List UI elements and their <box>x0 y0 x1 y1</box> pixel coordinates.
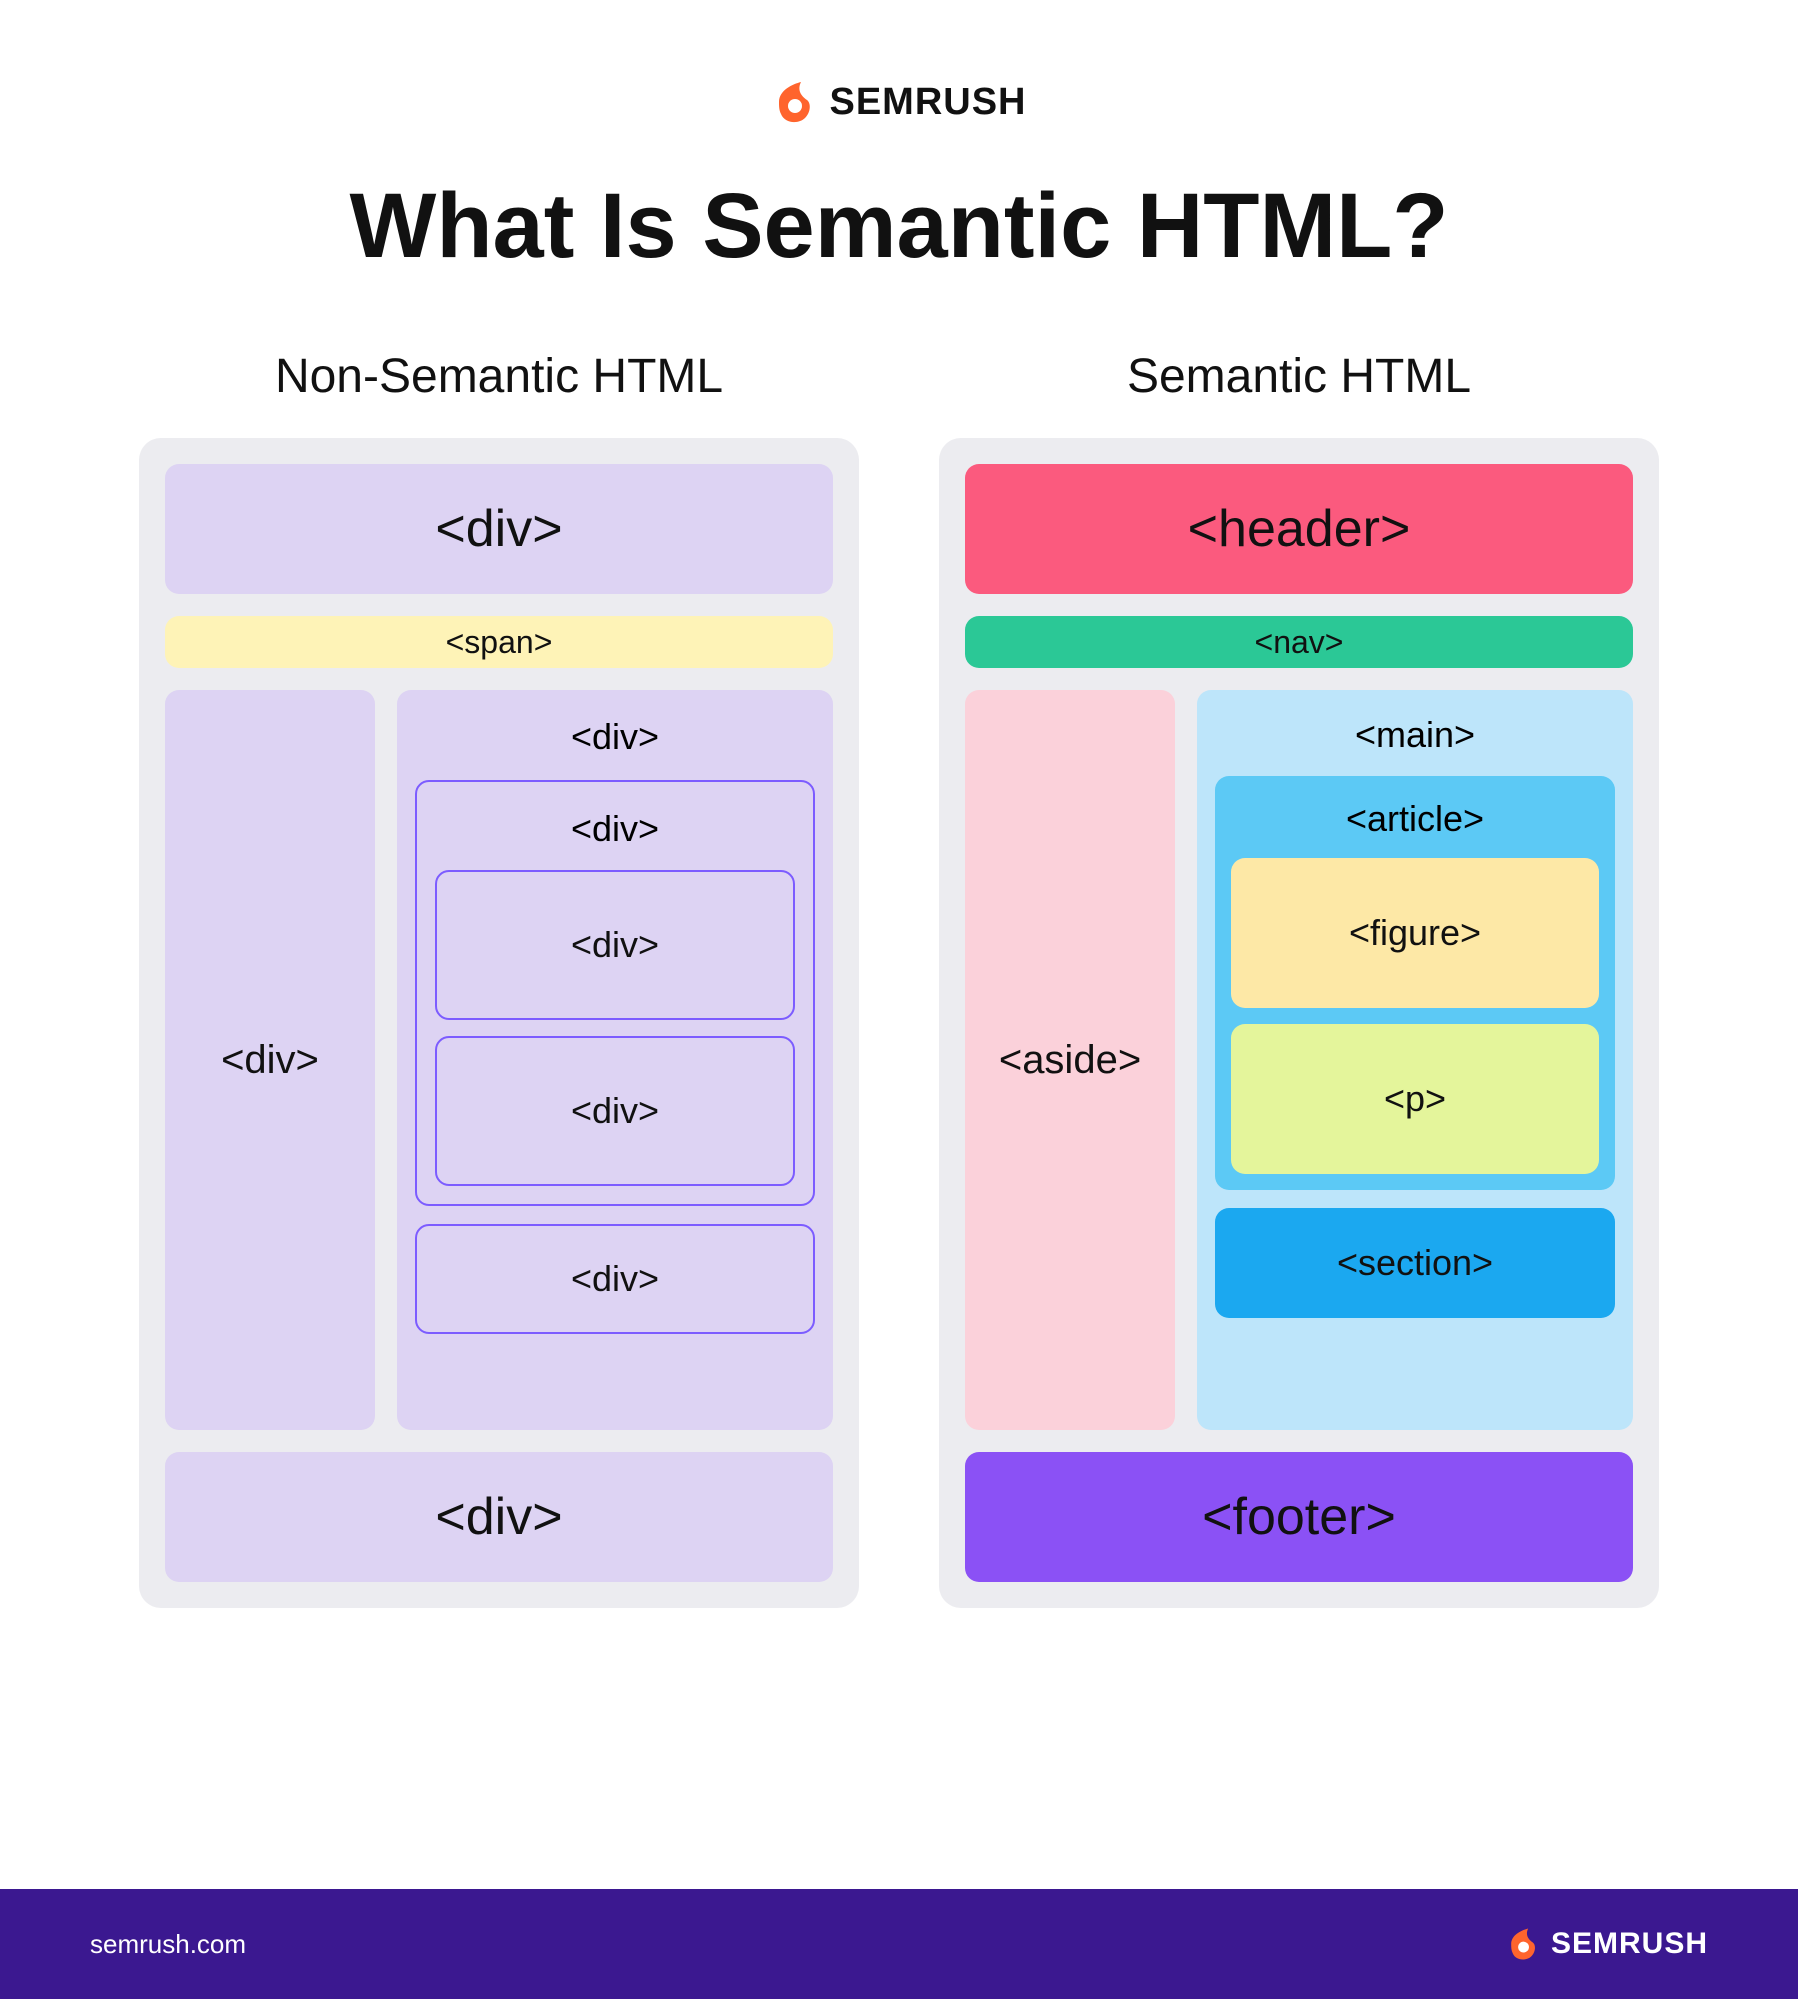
panel-semantic: <header> <nav> <aside> <main> <article> … <box>939 438 1659 1608</box>
column-non-semantic: Non-Semantic HTML <div> <span> <div> <di… <box>139 349 859 1608</box>
ns-section-block: <div> <box>415 1224 815 1334</box>
sem-nav-block: <nav> <box>965 616 1633 668</box>
footer-url: semrush.com <box>90 1929 246 1960</box>
sem-main-label: <main> <box>1215 708 1615 758</box>
ns-footer-block: <div> <box>165 1452 833 1582</box>
ns-article-block: <div> <div> <div> <box>415 780 815 1206</box>
ns-article-label: <div> <box>435 800 795 854</box>
flame-icon <box>1505 1927 1539 1961</box>
panel-non-semantic: <div> <span> <div> <div> <div> <div> <di… <box>139 438 859 1608</box>
column-semantic: Semantic HTML <header> <nav> <aside> <ma… <box>939 349 1659 1608</box>
flame-icon <box>771 80 815 124</box>
infographic-page: SEMRUSH What Is Semantic HTML? Non-Seman… <box>0 0 1798 1889</box>
column-title-right: Semantic HTML <box>1127 349 1471 404</box>
sem-article-block: <article> <figure> <p> <box>1215 776 1615 1190</box>
sem-aside-block: <aside> <box>965 690 1175 1430</box>
ns-p-block: <div> <box>435 1036 795 1186</box>
ns-main-block: <div> <div> <div> <div> <div> <box>397 690 833 1430</box>
sem-article-label: <article> <box>1231 792 1599 842</box>
sem-figure-block: <figure> <box>1231 858 1599 1008</box>
ns-main-label: <div> <box>415 708 815 762</box>
footer-wordmark: SEMRUSH <box>1551 1927 1708 1961</box>
footer-brand: SEMRUSH <box>1505 1927 1708 1961</box>
sem-footer-block: <footer> <box>965 1452 1633 1582</box>
sem-p-block: <p> <box>1231 1024 1599 1174</box>
page-title: What Is Semantic HTML? <box>350 174 1449 279</box>
ns-nav-block: <span> <box>165 616 833 668</box>
comparison-columns: Non-Semantic HTML <div> <span> <div> <di… <box>90 349 1708 1608</box>
sem-header-block: <header> <box>965 464 1633 594</box>
ns-header-block: <div> <box>165 464 833 594</box>
brand-logo-top: SEMRUSH <box>771 80 1026 124</box>
footer-bar: semrush.com SEMRUSH <box>0 1889 1798 1999</box>
sem-main-block: <main> <article> <figure> <p> <section> <box>1197 690 1633 1430</box>
brand-wordmark: SEMRUSH <box>829 81 1026 124</box>
column-title-left: Non-Semantic HTML <box>275 349 723 404</box>
ns-figure-block: <div> <box>435 870 795 1020</box>
sem-section-block: <section> <box>1215 1208 1615 1318</box>
ns-aside-block: <div> <box>165 690 375 1430</box>
